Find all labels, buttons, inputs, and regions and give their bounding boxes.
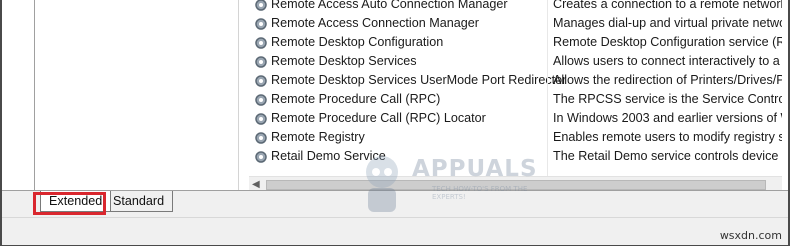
service-row[interactable]: Remote Access Connection Manager Manages… [249, 14, 782, 33]
mascot-logo [366, 156, 398, 212]
services-window: Remote Access Auto Connection Manager Cr… [0, 0, 790, 246]
service-description: Remote Desktop Configuration service (RD… [553, 35, 782, 49]
scroll-left-icon[interactable]: ◀ [252, 179, 260, 190]
watermark: APPUALS TECH HOW-TO'S FROM THE EXPERTS! [354, 150, 537, 220]
service-description: In Windows 2003 and earlier versions of … [553, 111, 782, 125]
service-name: Remote Desktop Services [271, 54, 417, 68]
gear-icon [255, 113, 267, 125]
service-name: Remote Registry [271, 130, 365, 144]
watermark-tagline: TECH HOW-TO'S FROM THE EXPERTS! [432, 185, 528, 201]
gear-icon [255, 37, 267, 49]
service-description: Enables remote users to modify registry … [553, 130, 782, 144]
service-description: The RPCSS service is the Service Control… [553, 92, 782, 106]
service-name: Remote Access Auto Connection Manager [271, 0, 508, 11]
service-name: Remote Desktop Configuration [271, 35, 444, 49]
service-row[interactable]: Remote Desktop Services UserMode Port Re… [249, 71, 782, 90]
pane-divider [34, 0, 35, 190]
service-description: Allows users to connect interactively to… [553, 54, 782, 68]
description-pane [2, 0, 239, 190]
service-row[interactable]: Remote Registry Enables remote users to … [249, 128, 782, 147]
gear-icon [255, 18, 267, 30]
gear-icon [255, 75, 267, 87]
highlight-box [33, 192, 106, 215]
gear-icon [255, 132, 267, 144]
credit-text: wsxdn.com [719, 229, 782, 242]
service-name: Remote Procedure Call (RPC) [271, 92, 441, 106]
service-description: The Retail Demo service controls device … [553, 149, 782, 163]
column-divider [547, 0, 548, 190]
service-row[interactable]: Remote Procedure Call (RPC) Locator In W… [249, 109, 782, 128]
service-name: Remote Desktop Services UserMode Port Re… [271, 73, 567, 87]
tab-standard[interactable]: Standard [104, 191, 174, 212]
status-bar: wsxdn.com [2, 217, 788, 245]
service-description: Allows the redirection of Printers/Drive… [553, 73, 782, 87]
service-name: Remote Procedure Call (RPC) Locator [271, 111, 486, 125]
service-name: Remote Access Connection Manager [271, 16, 479, 30]
gear-icon [255, 94, 267, 106]
gear-icon [255, 56, 267, 68]
service-row[interactable]: Remote Desktop Services Allows users to … [249, 52, 782, 71]
gear-icon [255, 0, 267, 11]
service-description: Manages dial-up and virtual private netw… [553, 16, 782, 30]
service-row[interactable]: Remote Desktop Configuration Remote Desk… [249, 33, 782, 52]
gear-icon [255, 151, 267, 163]
watermark-title: APPUALS [412, 156, 538, 182]
service-row[interactable]: Remote Access Auto Connection Manager Cr… [249, 0, 782, 14]
service-row[interactable]: Remote Procedure Call (RPC) The RPCSS se… [249, 90, 782, 109]
service-description: Creates a connection to a remote network… [553, 0, 782, 11]
